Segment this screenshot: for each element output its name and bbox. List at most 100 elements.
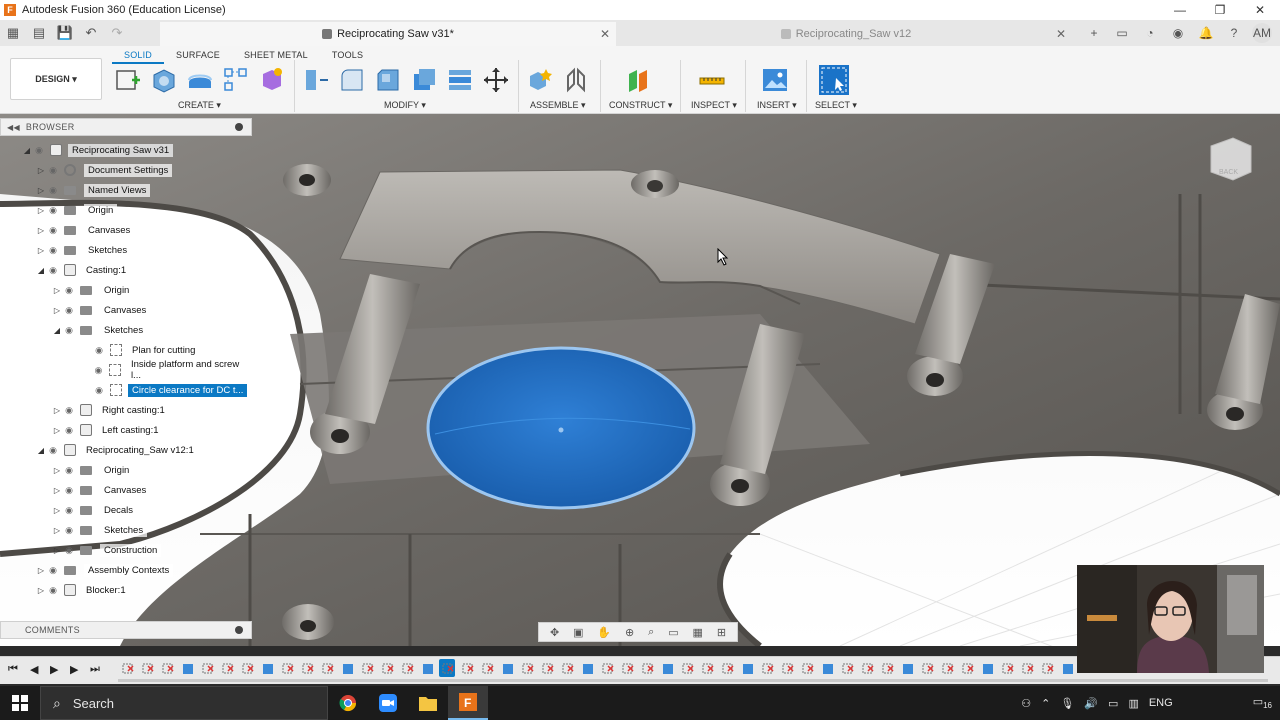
insert-menu[interactable]: INSERT ▾ <box>757 100 797 111</box>
minimize-button[interactable]: — <box>1160 0 1200 20</box>
visibility-eye-icon[interactable]: ◉ <box>62 323 76 337</box>
go-to-start-icon[interactable]: ⏮ <box>8 663 18 676</box>
timeline-feature-icon[interactable] <box>162 663 174 675</box>
expand-arrow-icon[interactable]: ▷ <box>36 582 46 598</box>
timeline-feature-icon[interactable] <box>222 663 234 675</box>
start-button[interactable] <box>0 686 40 720</box>
pan-icon[interactable]: ✋ <box>597 626 611 639</box>
expand-arrow-icon[interactable]: ▷ <box>52 422 62 438</box>
offset-plane-icon[interactable] <box>624 66 652 94</box>
visibility-eye-icon[interactable]: ◉ <box>62 403 76 417</box>
timeline-feature-icon[interactable] <box>262 663 274 675</box>
avatar[interactable]: AM <box>1252 23 1272 43</box>
timeline-feature-icon[interactable] <box>902 663 914 675</box>
timeline-feature-icon[interactable] <box>882 663 894 675</box>
comments-panel[interactable]: COMMENTS <box>0 621 252 639</box>
close-window-button[interactable]: ✕ <box>1240 0 1280 20</box>
create-form-icon[interactable] <box>258 66 286 94</box>
timeline-feature-icon[interactable] <box>962 663 974 675</box>
browser-item[interactable]: ◢ ◉ Casting:1 <box>36 262 131 278</box>
new-tab-icon[interactable]: + <box>1084 23 1104 43</box>
save-icon[interactable]: 💾 <box>52 20 78 46</box>
timeline-feature-icon[interactable] <box>582 663 594 675</box>
timeline-feature-icon[interactable] <box>982 663 994 675</box>
visibility-eye-icon[interactable]: ◉ <box>46 203 60 217</box>
timeline-feature-icon[interactable] <box>202 663 214 675</box>
collapse-arrow-icon[interactable]: ◢ <box>52 322 62 338</box>
battery-icon[interactable]: ▭ <box>1108 697 1118 710</box>
tab-tools[interactable]: TOOLS <box>320 48 375 64</box>
workspace-switcher[interactable]: DESIGN ▾ <box>10 58 102 100</box>
pin-icon[interactable] <box>235 626 243 634</box>
pattern-icon[interactable] <box>222 66 250 94</box>
browser-item[interactable]: ◉ Circle clearance for DC t... <box>82 382 248 398</box>
timeline-feature-icon[interactable] <box>742 663 754 675</box>
language-indicator[interactable]: ENG <box>1149 697 1173 709</box>
chrome-app-icon[interactable] <box>328 686 368 720</box>
browser-item[interactable]: ▷ ◉ Canvases <box>52 482 151 498</box>
timeline-feature-icon[interactable] <box>562 663 574 675</box>
timeline-feature-icon[interactable] <box>422 663 434 675</box>
display-settings-icon[interactable]: ▭ <box>668 626 678 639</box>
browser-item[interactable]: ▷ ◉ Origin <box>52 282 134 298</box>
timeline-feature-icon[interactable] <box>522 663 534 675</box>
volume-icon[interactable]: 🔊 <box>1084 697 1098 710</box>
timeline-feature-icon[interactable] <box>822 663 834 675</box>
step-forward-icon[interactable]: ▶ <box>70 663 78 676</box>
extensions-icon[interactable]: ◔ <box>1140 23 1160 43</box>
visibility-eye-icon[interactable]: ◉ <box>46 183 60 197</box>
timeline-feature-icon[interactable] <box>1042 663 1054 675</box>
people-icon[interactable]: ⚇ <box>1021 697 1031 710</box>
browser-item[interactable]: ▷ ◉ Origin <box>52 462 134 478</box>
orbit-icon[interactable]: ✥ <box>550 626 559 639</box>
collapse-arrow-icon[interactable]: ◢ <box>36 442 46 458</box>
expand-arrow-icon[interactable]: ▷ <box>52 282 62 298</box>
expand-arrow-icon[interactable]: ▷ <box>52 462 62 478</box>
look-at-icon[interactable]: ▣ <box>573 626 583 639</box>
play-icon[interactable]: ▶ <box>50 663 58 676</box>
microphone-icon[interactable]: 🎙 <box>1060 697 1074 710</box>
fillet-icon[interactable] <box>338 66 366 94</box>
expand-arrow-icon[interactable]: ▷ <box>52 302 62 318</box>
inspect-menu[interactable]: INSPECT ▾ <box>691 100 737 111</box>
timeline-feature-icon[interactable] <box>802 663 814 675</box>
taskbar-search[interactable]: ⌕ Search <box>40 686 328 720</box>
visibility-eye-icon[interactable]: ◉ <box>62 483 76 497</box>
browser-item[interactable]: ▷ ◉ Canvases <box>36 222 135 238</box>
timeline-feature-icon[interactable] <box>142 663 154 675</box>
visibility-eye-icon[interactable]: ◉ <box>46 583 60 597</box>
visibility-eye-icon[interactable]: ◉ <box>32 143 46 157</box>
browser-item[interactable]: ▷ ◉ Decals <box>52 502 138 518</box>
close-tab-icon[interactable]: ✕ <box>1056 27 1066 41</box>
create-sketch-icon[interactable] <box>114 66 142 94</box>
construct-menu[interactable]: CONSTRUCT ▾ <box>609 100 672 111</box>
tab-solid[interactable]: SOLID <box>112 48 165 64</box>
tab-reciprocating-saw-v31[interactable]: Reciprocating Saw v31* ✕ <box>160 22 616 46</box>
browser-item[interactable]: ◢ ◉ Reciprocating Saw v31 <box>22 142 174 158</box>
expand-arrow-icon[interactable]: ▷ <box>36 202 46 218</box>
visibility-eye-icon[interactable]: ◉ <box>62 423 76 437</box>
file-explorer-app-icon[interactable] <box>408 686 448 720</box>
timeline-feature-icon[interactable] <box>442 663 454 675</box>
select-icon[interactable] <box>818 64 850 96</box>
chamfer-icon[interactable] <box>374 66 402 94</box>
visibility-eye-icon[interactable]: ◉ <box>92 343 106 357</box>
expand-arrow-icon[interactable]: ▷ <box>36 242 46 258</box>
timeline-feature-icon[interactable] <box>462 663 474 675</box>
tab-reciprocating-saw-v12[interactable]: Reciprocating_Saw v12 ✕ <box>620 22 1072 46</box>
timeline-feature-icon[interactable] <box>1002 663 1014 675</box>
timeline-feature-icon[interactable] <box>1062 663 1074 675</box>
extrude-icon[interactable] <box>186 66 214 94</box>
zoom-icon[interactable]: ⊕ <box>625 626 634 639</box>
timeline-feature-icon[interactable] <box>542 663 554 675</box>
visibility-eye-icon[interactable]: ◉ <box>62 463 76 477</box>
timeline-feature-icon[interactable] <box>702 663 714 675</box>
timeline-feature-icon[interactable] <box>842 663 854 675</box>
viewports-icon[interactable]: ⊞ <box>717 626 726 639</box>
expand-arrow-icon[interactable]: ▷ <box>36 182 46 198</box>
joint-icon[interactable] <box>562 66 590 94</box>
visibility-eye-icon[interactable]: ◉ <box>92 363 106 377</box>
show-hidden-icons[interactable]: ⌃ <box>1041 697 1050 710</box>
timeline-feature-icon[interactable] <box>342 663 354 675</box>
combine-icon[interactable] <box>446 66 474 94</box>
